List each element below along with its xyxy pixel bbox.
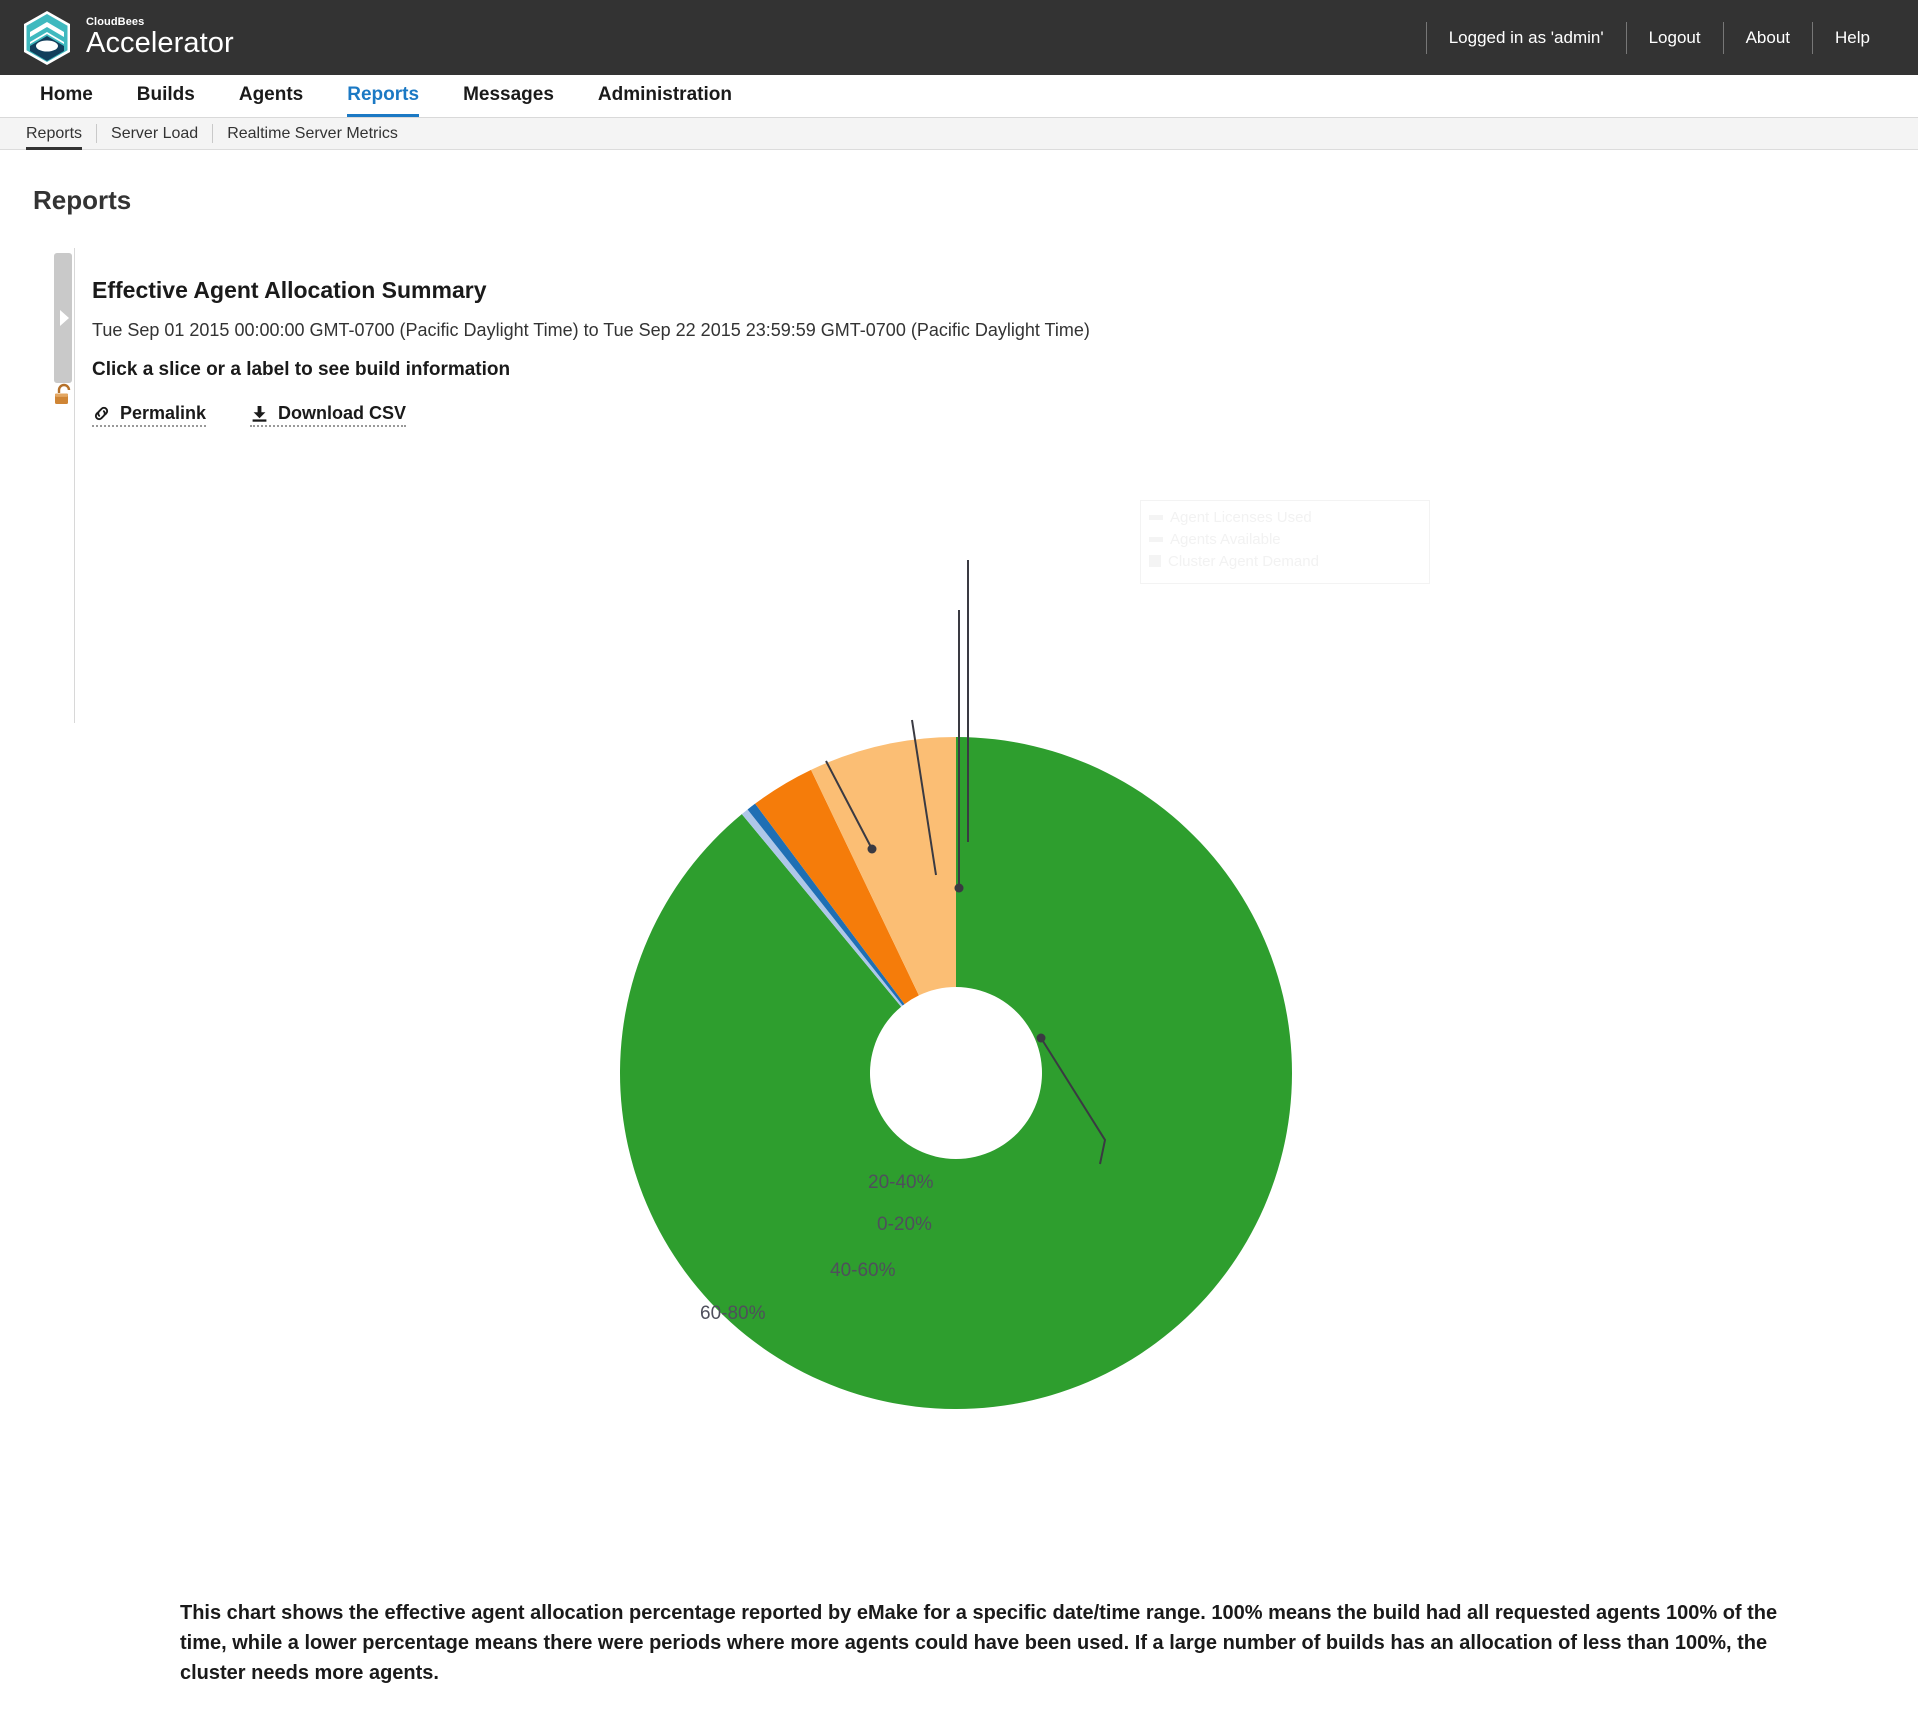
nav-item-administration[interactable]: Administration	[576, 84, 754, 117]
report-date-range: Tue Sep 01 2015 00:00:00 GMT-0700 (Pacif…	[92, 320, 1090, 340]
subnav-item-reports[interactable]: Reports	[22, 119, 96, 150]
top-bar: CloudBees Accelerator Logged in as 'admi…	[0, 0, 1918, 75]
permalink-label: Permalink	[120, 403, 207, 423]
nav-item-reports[interactable]: Reports	[325, 84, 441, 117]
expand-panel-triangle-icon[interactable]	[54, 253, 72, 383]
help-link[interactable]: Help	[1813, 28, 1892, 48]
page-title: Reports	[33, 185, 132, 215]
app-root: CloudBees Accelerator Logged in as 'admi…	[0, 0, 1918, 1728]
permalink-link[interactable]: Permalink	[92, 403, 207, 427]
report-title: Effective Agent Allocation Summary	[92, 277, 487, 303]
chart-description: This chart shows the effective agent all…	[180, 1602, 1778, 1684]
ghost-legend-item-0: Agent Licenses Used	[1170, 509, 1312, 526]
nav-item-agents[interactable]: Agents	[217, 84, 325, 117]
report-header: Effective Agent Allocation Summary Tue S…	[92, 277, 1592, 427]
cloudbees-hexagon-logo-icon	[22, 10, 72, 66]
brand[interactable]: CloudBees Accelerator	[22, 10, 234, 66]
main-nav: Home Builds Agents Reports Messages Admi…	[0, 75, 1918, 118]
download-csv-label: Download CSV	[278, 403, 407, 423]
top-nav-right: Logged in as 'admin' Logout About Help	[1425, 18, 1892, 58]
slice-label-40-60[interactable]: 40-60%	[830, 1260, 896, 1282]
about-link[interactable]: About	[1724, 28, 1812, 48]
chain-link-icon	[92, 404, 111, 423]
allocation-donut-chart: Agent Licenses Used Agents Available Clu…	[0, 500, 1918, 1500]
slice-label-0-20[interactable]: 0-20%	[877, 1214, 932, 1236]
logged-in-status: Logged in as 'admin'	[1448, 27, 1604, 47]
nav-item-home[interactable]: Home	[18, 84, 115, 117]
legend-swatch	[1149, 537, 1163, 543]
unlocked-padlock-icon[interactable]	[53, 383, 75, 407]
report-actions: Permalink Download CSV	[92, 403, 1592, 427]
ghost-legend-item-1: Agents Available	[1170, 530, 1281, 548]
logout-link[interactable]: Logout	[1627, 28, 1723, 48]
subnav-item-server-load[interactable]: Server Load	[97, 119, 212, 149]
brand-title: Accelerator	[86, 27, 234, 59]
slice-label-60-80[interactable]: 60-80%	[700, 1303, 766, 1325]
subnav-item-realtime-server-metrics[interactable]: Realtime Server Metrics	[213, 119, 412, 149]
leader-dot-80-100	[1036, 1033, 1046, 1043]
donut-svg[interactable]	[0, 560, 1918, 1500]
leader-dot-60-80	[867, 844, 877, 854]
download-csv-link[interactable]: Download CSV	[250, 403, 407, 427]
nav-item-messages[interactable]: Messages	[441, 84, 576, 117]
download-arrow-icon	[250, 404, 269, 423]
report-hint: Click a slice or a label to see build in…	[92, 359, 511, 380]
slice-label-20-40[interactable]: 20-40%	[868, 1172, 934, 1194]
legend-swatch	[1149, 515, 1163, 521]
sub-nav: Reports Server Load Realtime Server Metr…	[0, 118, 1918, 150]
leader-dot-0-20	[954, 883, 964, 893]
nav-item-builds[interactable]: Builds	[115, 84, 217, 117]
